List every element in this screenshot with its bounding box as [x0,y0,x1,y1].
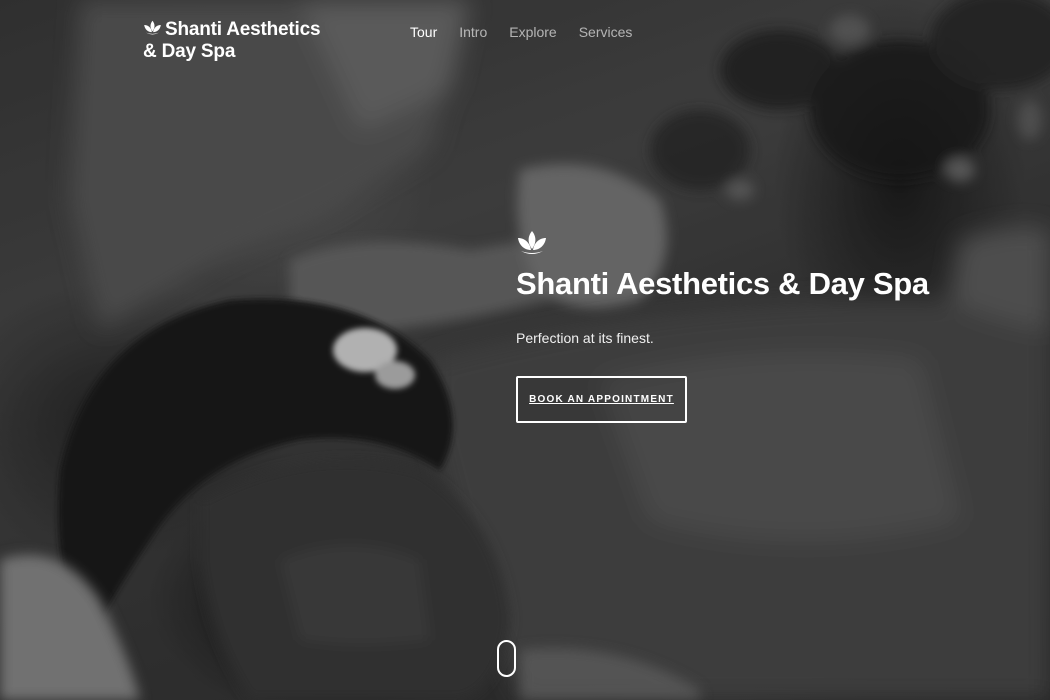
brand-name-line1: Shanti Aesthetics [165,19,321,40]
nav-item-intro[interactable]: Intro [459,23,487,41]
brand-logo[interactable]: Shanti Aesthetics & Day Spa [143,19,343,63]
book-appointment-button[interactable]: BOOK AN APPOINTMENT [516,376,687,423]
scroll-mouse-icon[interactable] [497,640,516,677]
hero-content: Shanti Aesthetics & Day Spa Perfection a… [516,230,1036,423]
hero-title: Shanti Aesthetics & Day Spa [516,266,929,301]
nav-item-explore[interactable]: Explore [509,23,556,41]
brand-name-line2: & Day Spa [143,41,236,62]
lotus-icon [144,20,161,35]
nav-item-services[interactable]: Services [579,23,633,41]
lotus-icon [518,231,546,254]
main-nav: Tour Intro Explore Services [410,23,654,41]
hero-subtitle: Perfection at its finest. [516,330,654,346]
nav-item-tour[interactable]: Tour [410,23,437,41]
